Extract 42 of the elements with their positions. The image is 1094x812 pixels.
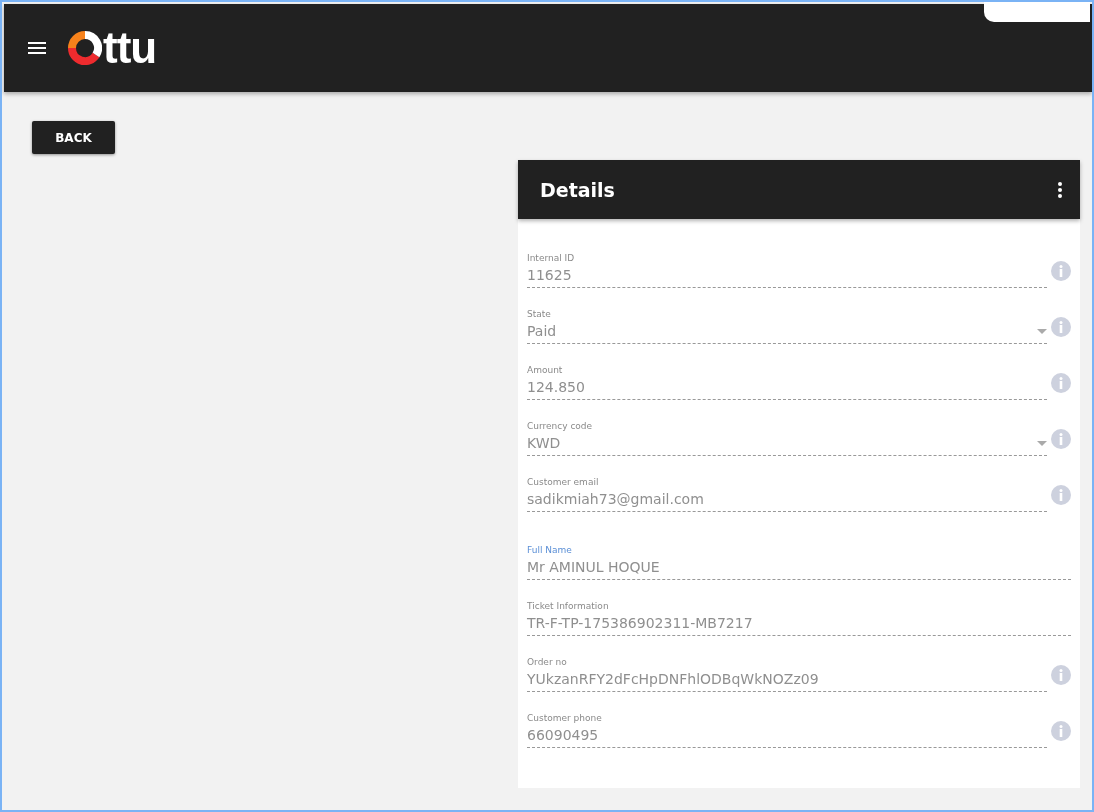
input-field[interactable]: Customer email sadikmiah73@gmail.com — [527, 477, 1047, 512]
field-value: Paid — [527, 323, 557, 339]
field-value: 11625 — [527, 267, 572, 283]
menu-icon[interactable] — [28, 41, 46, 55]
field-value: YUkzanRFY2dFcHpDNFhlODBqWkNOZz09 — [527, 671, 819, 687]
info-icon[interactable] — [1051, 720, 1071, 741]
input-field[interactable]: Order no YUkzanRFY2dFcHpDNFhlODBqWkNOZz09 — [527, 657, 1047, 692]
info-icon[interactable] — [1051, 372, 1071, 393]
select-field[interactable]: Currency code KWD — [527, 421, 1047, 456]
field-label: Customer email — [527, 477, 600, 487]
field-value: 66090495 — [527, 727, 599, 743]
input-field[interactable]: Customer phone 66090495 — [527, 713, 1047, 748]
info-icon[interactable] — [1051, 484, 1071, 505]
more-options-icon[interactable] — [1058, 181, 1062, 198]
info-icon[interactable] — [1051, 664, 1071, 685]
field-label: Internal ID — [527, 253, 576, 263]
field-label: Order no — [527, 657, 568, 667]
info-icon[interactable] — [1051, 428, 1071, 449]
select-field[interactable]: State Paid — [527, 309, 1047, 344]
dropdown-caret-icon[interactable] — [1037, 440, 1047, 446]
input-field[interactable]: Full Name Mr AMINUL HOQUE — [527, 545, 1071, 580]
back-button[interactable]: BACK — [32, 121, 115, 154]
field-label: State — [527, 309, 552, 319]
logo-text: ttu — [103, 26, 157, 70]
info-icon[interactable] — [1051, 316, 1071, 337]
input-field[interactable]: Internal ID 11625 — [527, 253, 1047, 288]
card-title: Details — [540, 178, 615, 201]
field-value: 124.850 — [527, 379, 585, 395]
info-icon[interactable] — [1051, 260, 1071, 281]
field-label: Full Name — [527, 545, 573, 555]
field-value: KWD — [527, 435, 561, 451]
dropdown-caret-icon[interactable] — [1037, 328, 1047, 334]
field-label: Amount — [527, 365, 564, 375]
field-value: Mr AMINUL HOQUE — [527, 559, 660, 575]
field-label: Customer phone — [527, 713, 603, 723]
field-label: Ticket Information — [527, 601, 610, 611]
field-label: Currency code — [527, 421, 594, 431]
input-field[interactable]: Amount 124.850 — [527, 365, 1047, 400]
field-value: sadikmiah73@gmail.com — [527, 491, 704, 507]
input-field[interactable]: Ticket Information TR-F-TP-175386902311-MB7217 — [527, 601, 1071, 636]
ring-logo-icon — [68, 31, 102, 65]
field-value: TR-F-TP-175386902311-MB7217 — [527, 615, 753, 631]
